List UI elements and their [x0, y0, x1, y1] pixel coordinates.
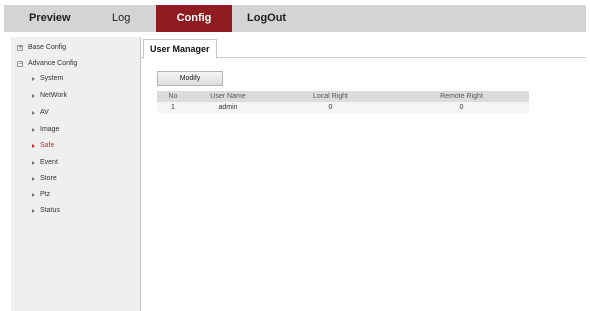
caret-right-icon: [32, 176, 35, 181]
top-nav-bar: Preview Log Config LogOut: [4, 5, 586, 32]
config-sidebar: + Base Config − Advance Config System Ne…: [11, 37, 141, 311]
collapse-icon[interactable]: −: [17, 60, 23, 67]
tree-node-label: Base Config: [28, 44, 67, 51]
sidebar-item-image[interactable]: Image: [32, 123, 59, 136]
sidebar-item-label: NetWork: [40, 92, 68, 99]
sidebar-item-ptz[interactable]: Ptz: [32, 188, 50, 201]
sidebar-item-label: Image: [40, 126, 60, 133]
table-header: No User Name Local Right Remote Right: [157, 91, 529, 102]
sidebar-item-safe[interactable]: Safe: [32, 139, 54, 152]
expand-icon[interactable]: +: [17, 44, 23, 51]
caret-right-icon: [32, 127, 35, 132]
sidebar-item-label: Status: [40, 207, 60, 214]
sidebar-item-network[interactable]: NetWork: [32, 89, 67, 102]
sidebar-item-label: AV: [40, 109, 49, 116]
cell-local-right: 0: [328, 104, 333, 111]
caret-right-icon: [32, 208, 35, 213]
column-header-user-name: User Name: [210, 93, 246, 100]
cell-remote-right: 0: [459, 104, 464, 111]
sidebar-item-event[interactable]: Event: [32, 156, 58, 169]
sidebar-item-label: Safe: [40, 142, 55, 149]
modify-button[interactable]: Modify: [157, 71, 223, 86]
column-header-local-right: Local Right: [312, 93, 349, 100]
sidebar-item-label: Store: [40, 175, 57, 182]
tab-strip: User Manager: [141, 37, 586, 59]
column-header-remote-right: Remote Right: [440, 93, 483, 100]
table-row[interactable]: 1 admin 0 0: [157, 102, 529, 113]
sidebar-item-label: Ptz: [40, 191, 51, 198]
nav-logout[interactable]: LogOut: [247, 5, 286, 32]
sidebar-item-label: System: [40, 75, 64, 82]
sidebar-item-av[interactable]: AV: [32, 106, 49, 119]
sidebar-item-store[interactable]: Store: [32, 172, 57, 185]
nav-config[interactable]: Config: [156, 5, 232, 32]
nav-log[interactable]: Log: [112, 5, 130, 32]
tree-node-base-config[interactable]: + Base Config: [17, 41, 66, 54]
caret-right-icon: [32, 160, 35, 165]
cell-no: 1: [171, 104, 175, 111]
sidebar-item-status[interactable]: Status: [32, 204, 60, 217]
tab-user-manager[interactable]: User Manager: [143, 39, 217, 59]
nav-preview[interactable]: Preview: [29, 5, 71, 32]
caret-right-icon: [32, 143, 35, 148]
caret-right-icon: [32, 93, 35, 98]
caret-right-icon: [32, 76, 35, 81]
caret-right-icon: [32, 192, 35, 197]
tree-node-advance-config[interactable]: − Advance Config: [17, 57, 77, 70]
cell-user-name: admin: [218, 104, 238, 111]
tree-node-label: Advance Config: [28, 60, 78, 67]
user-table: No User Name Local Right Remote Right 1 …: [157, 91, 529, 113]
column-header-no: No: [168, 93, 178, 100]
caret-right-icon: [32, 110, 35, 115]
sidebar-item-label: Event: [40, 159, 58, 166]
sidebar-item-system[interactable]: System: [32, 72, 63, 85]
